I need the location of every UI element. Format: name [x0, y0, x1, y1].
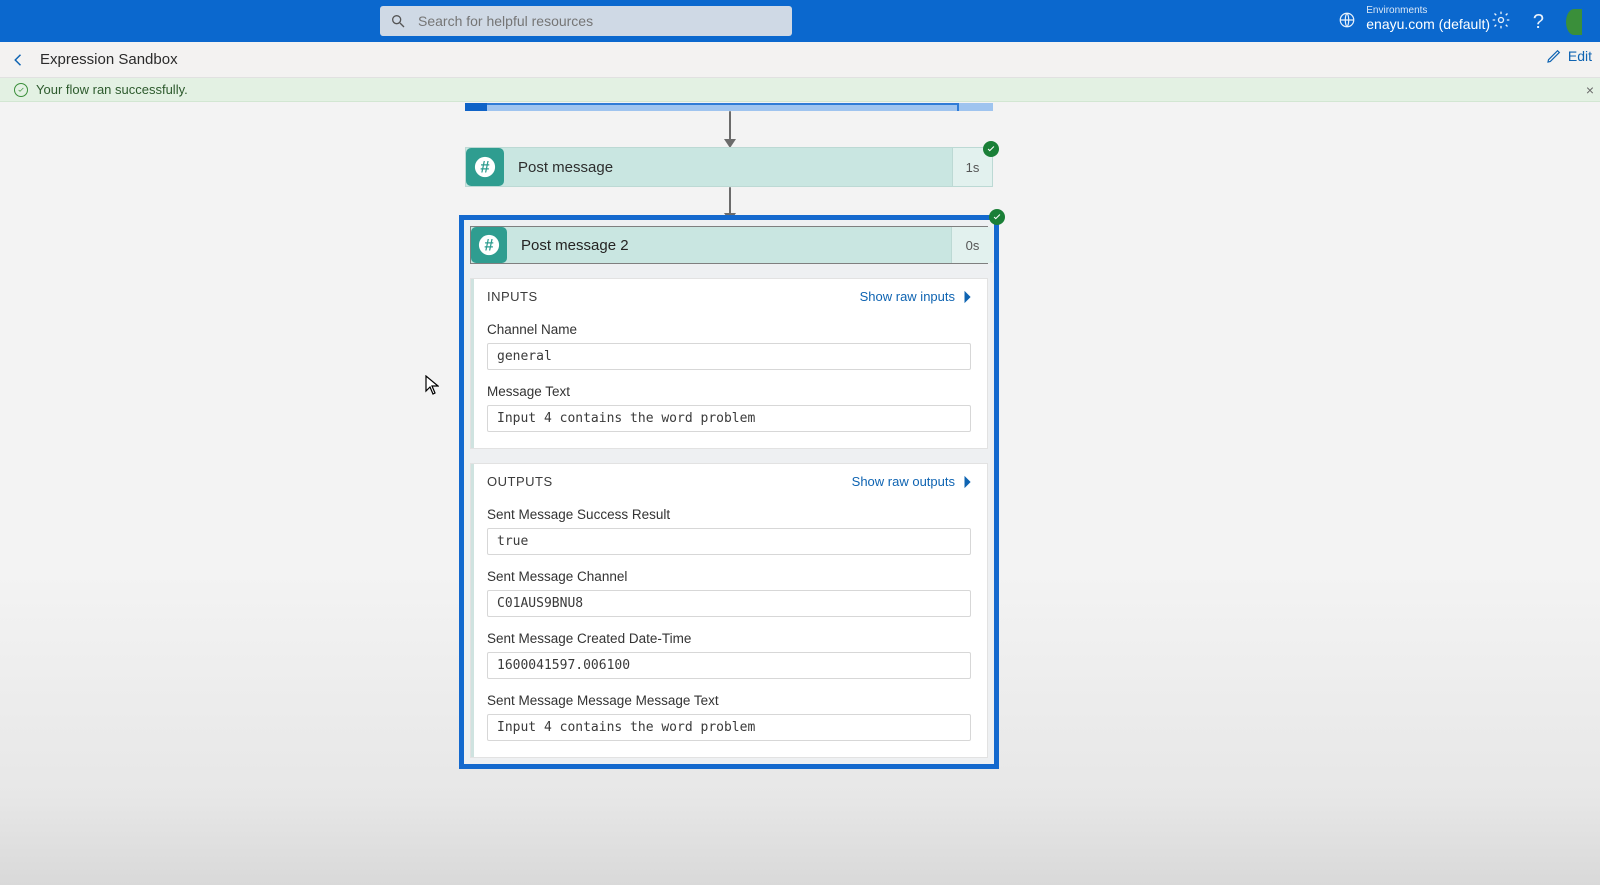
show-raw-outputs-label: Show raw outputs — [852, 474, 955, 489]
step-success-icon — [989, 209, 1005, 225]
step-header[interactable]: # Post message 2 0s — [470, 226, 988, 264]
show-raw-inputs-label: Show raw inputs — [860, 289, 955, 304]
search-field[interactable] — [416, 12, 782, 30]
output-created-value: 1600041597.006100 — [487, 652, 971, 679]
environment-name: enayu.com (default) — [1366, 17, 1490, 32]
message-text-value: Input 4 contains the word problem — [487, 405, 971, 432]
banner-close-button[interactable]: × — [1586, 82, 1594, 98]
step-success-icon — [983, 141, 999, 157]
success-banner: Your flow ran successfully. × — [0, 78, 1600, 102]
search-input[interactable] — [380, 6, 792, 36]
chevron-right-icon — [963, 475, 973, 489]
help-icon[interactable]: ? — [1533, 11, 1544, 34]
chevron-right-icon — [963, 290, 973, 304]
step-post-message-2-expanded: # Post message 2 0s INPUTS Show raw inpu… — [459, 215, 999, 769]
field-label: Message Text — [487, 384, 971, 399]
environment-icon — [1338, 11, 1356, 34]
back-button[interactable] — [8, 49, 30, 71]
step-post-message[interactable]: # Post message 1s — [465, 147, 993, 187]
environment-picker[interactable]: Environments enayu.com (default) — [1338, 4, 1490, 34]
field-label: Channel Name — [487, 322, 971, 337]
outputs-title: OUTPUTS — [487, 474, 553, 489]
mouse-cursor-icon — [425, 375, 439, 400]
svg-text:#: # — [480, 159, 489, 177]
field-label: Sent Message Message Message Text — [487, 693, 971, 708]
channel-name-value: general — [487, 343, 971, 370]
step-label: Post message — [518, 159, 613, 176]
step-duration: 0s — [951, 227, 993, 263]
output-channel-value: C01AUS9BNU8 — [487, 590, 971, 617]
inputs-panel: INPUTS Show raw inputs Channel Name gene… — [470, 278, 988, 449]
field-label: Sent Message Channel — [487, 569, 971, 584]
field-label: Sent Message Success Result — [487, 507, 971, 522]
edit-label: Edit — [1568, 48, 1592, 64]
inputs-title: INPUTS — [487, 289, 538, 304]
app-topbar: Environments enayu.com (default) ? — [0, 0, 1600, 42]
pencil-icon — [1546, 48, 1562, 64]
success-icon — [14, 83, 28, 97]
avatar[interactable] — [1566, 9, 1582, 35]
step-label: Post message 2 — [521, 237, 629, 254]
flow-canvas[interactable]: # Post message 1s # Post message 2 0s IN… — [0, 102, 1600, 885]
slack-icon: # — [471, 227, 507, 263]
breadcrumb: Expression Sandbox Edit — [0, 42, 1600, 78]
show-raw-inputs-link[interactable]: Show raw inputs — [860, 289, 973, 304]
output-success-value: true — [487, 528, 971, 555]
slack-icon: # — [466, 148, 504, 186]
search-icon — [390, 13, 406, 29]
svg-text:#: # — [484, 237, 493, 255]
show-raw-outputs-link[interactable]: Show raw outputs — [852, 474, 973, 489]
previous-step-collapsed[interactable] — [465, 103, 993, 111]
edit-button[interactable]: Edit — [1546, 48, 1592, 64]
field-label: Sent Message Created Date-Time — [487, 631, 971, 646]
settings-icon[interactable] — [1491, 10, 1511, 35]
banner-message: Your flow ran successfully. — [36, 82, 188, 97]
page-title: Expression Sandbox — [40, 51, 178, 68]
output-text-value: Input 4 contains the word problem — [487, 714, 971, 741]
outputs-panel: OUTPUTS Show raw outputs Sent Message Su… — [470, 463, 988, 758]
